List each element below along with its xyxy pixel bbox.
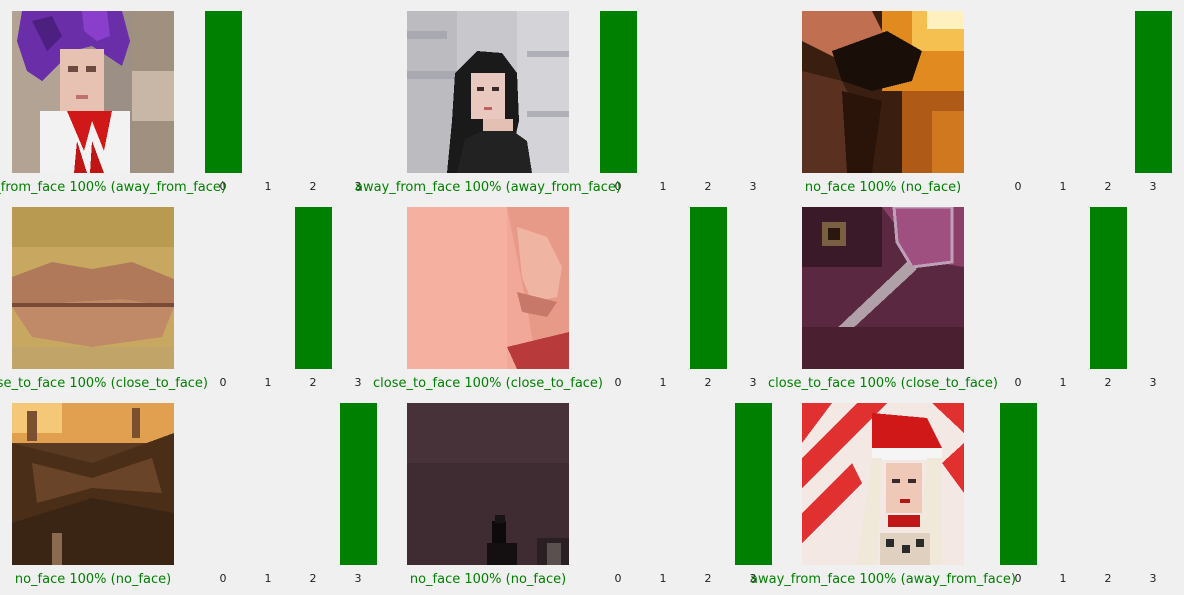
x-tick-label: 2 — [1105, 376, 1112, 389]
x-tick-label: 1 — [265, 572, 272, 585]
prediction-label: away_from_face 100% (away_from_face) — [0, 180, 226, 195]
x-tick-label: 2 — [310, 572, 317, 585]
x-tick-label: 0 — [220, 376, 227, 389]
probability-bar-chart: 0123 — [205, 11, 362, 193]
probability-bar-chart: 0 1 2 3 — [615, 207, 757, 389]
x-tick-label: 2 — [310, 376, 317, 389]
sample-image-nose-closeup — [407, 207, 569, 369]
probability-bar-class-0 — [1000, 403, 1037, 565]
prediction-label: no_face 100% (no_face) — [409, 572, 567, 587]
sample-image-dark-wall — [407, 403, 569, 565]
sample-image-brown-fabric — [12, 403, 174, 565]
probability-bar-class-0 — [205, 11, 242, 173]
x-tick-label: 3 — [355, 572, 362, 585]
x-tick-label: 1 — [660, 572, 667, 585]
x-tick-label: 0 — [615, 376, 622, 389]
probability-bar-chart: 0 1 2 3 — [1015, 207, 1157, 389]
probability-bar-chart: 0123 — [615, 403, 772, 585]
probability-bar-class-3 — [340, 403, 377, 565]
x-tick-label: 2 — [310, 180, 317, 193]
sample-image-dark-orange-scene — [802, 11, 964, 173]
x-tick-label: 1 — [265, 180, 272, 193]
x-tick-label: 3 — [750, 376, 757, 389]
probability-bar-chart: 0 1 2 3 — [1015, 11, 1172, 193]
probability-bar-class-2 — [295, 207, 332, 369]
prediction-grid-figure: 0 1 2 3 away_from_face 100% (away_from_face… — [0, 0, 1184, 595]
prediction-label: close_to_face 100% (close_to_face) — [767, 376, 999, 391]
x-tick-label: 1 — [660, 180, 667, 193]
probability-bar-class-0 — [600, 11, 637, 173]
x-tick-label: 0 — [1015, 376, 1022, 389]
prediction-label: close_to_face 100% (close_to_face) — [0, 376, 209, 391]
x-tick-label: 3 — [1150, 376, 1157, 389]
x-tick-label: 0 — [615, 572, 622, 585]
x-tick-label: 1 — [660, 376, 667, 389]
x-tick-label: 1 — [1060, 572, 1067, 585]
x-tick-label: 2 — [1105, 180, 1112, 193]
x-tick-label: 2 — [705, 376, 712, 389]
x-tick-label: 3 — [750, 180, 757, 193]
x-tick-label: 1 — [1060, 180, 1067, 193]
prediction-label: away_from_face 100% (away_from_face) — [355, 180, 621, 195]
sample-image-dark-hair-person — [407, 11, 569, 173]
x-tick-label: 0 — [220, 572, 227, 585]
x-tick-label: 2 — [1105, 572, 1112, 585]
probability-bar-class-2 — [690, 207, 727, 369]
probability-bar-chart: 0 1 2 3 — [220, 207, 362, 389]
probability-bar-chart: 0123 — [1000, 403, 1157, 585]
x-tick-label: 0 — [1015, 180, 1022, 193]
sample-image-lips-closeup — [12, 207, 174, 369]
x-tick-label: 3 — [1150, 572, 1157, 585]
x-tick-label: 3 — [355, 376, 362, 389]
sample-image-eye-glasses — [802, 207, 964, 369]
probability-bar-class-2 — [1090, 207, 1127, 369]
prediction-label: no_face 100% (no_face) — [804, 180, 962, 195]
prediction-label: away_from_face 100% (away_from_face) — [750, 572, 1016, 587]
x-tick-label: 2 — [705, 180, 712, 193]
x-tick-label: 2 — [705, 572, 712, 585]
x-tick-label: 1 — [265, 376, 272, 389]
sample-image-santa-hat-person — [802, 403, 964, 565]
x-tick-label: 3 — [1150, 180, 1157, 193]
sample-image-purple-hair-cosplayer — [12, 11, 174, 173]
probability-bar-class-3 — [1135, 11, 1172, 173]
probability-bar-chart: 0 1 2 3 — [220, 403, 377, 585]
prediction-label: close_to_face 100% (close_to_face) — [372, 376, 604, 391]
probability-bar-chart: 0123 — [600, 11, 757, 193]
prediction-label: no_face 100% (no_face) — [14, 572, 172, 587]
x-tick-label: 1 — [1060, 376, 1067, 389]
probability-bar-class-3 — [735, 403, 772, 565]
